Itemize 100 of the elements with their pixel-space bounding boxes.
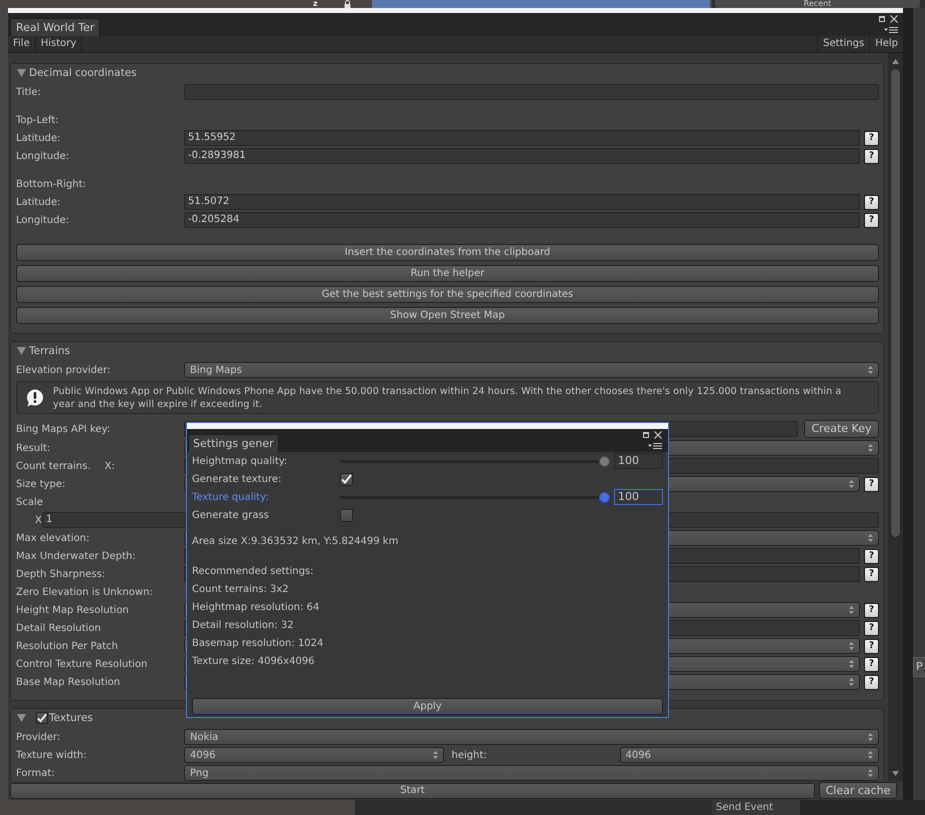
help-button[interactable]: ? (864, 638, 879, 654)
updown-arrows-icon (868, 751, 873, 759)
menu-item[interactable]: Settings (817, 36, 870, 52)
axis-label: X (35, 514, 42, 526)
notice-text: Public Windows App or Public Windows Phone App have the 50.000 transaction within 24 hours. With the other chooses there's only 125.000 transactions within a year and the key will expire if exceeding it. (53, 384, 842, 410)
dropdown[interactable]: Bing Maps (184, 362, 879, 378)
updown-arrows-icon (868, 769, 873, 777)
foldout-arrow-icon[interactable] (17, 69, 26, 77)
help-button[interactable]: ? (864, 566, 879, 582)
help-button[interactable]: ? (864, 194, 879, 210)
help-button[interactable]: ? (864, 212, 879, 228)
field-label: Result: (16, 442, 50, 454)
updown-arrows-icon (849, 480, 854, 488)
scroll-down-icon[interactable] (892, 771, 899, 776)
apply-button[interactable]: Apply (192, 698, 663, 715)
help-button[interactable]: ? (864, 620, 879, 636)
lock-icon[interactable] (344, 0, 351, 8)
foldout-arrow-icon[interactable] (17, 347, 26, 355)
help-button[interactable]: ? (864, 148, 879, 164)
text-field[interactable]: -0.2893981 (184, 148, 860, 164)
field-label: Resolution Per Patch (16, 640, 118, 652)
field-label: Size type: (16, 478, 66, 490)
menu-item[interactable]: File (8, 36, 36, 52)
slider-thumb[interactable] (599, 456, 610, 466)
help-button[interactable]: ? (864, 548, 879, 564)
checkmark-icon (341, 474, 352, 484)
maximize-icon[interactable] (643, 432, 649, 438)
menu-icon[interactable] (648, 443, 662, 449)
field-label: Latitude: (16, 196, 61, 208)
panel-tab[interactable]: P (913, 657, 925, 677)
info-text: Count terrains: 3x2 (192, 584, 289, 595)
updown-arrows-icon (868, 534, 873, 542)
field-label: Longitude: (16, 150, 70, 162)
field-label: Bing Maps API key: (16, 424, 110, 434)
checkbox[interactable] (36, 712, 48, 724)
field-label: Provider: (16, 732, 60, 742)
dropdown[interactable]: Png (184, 765, 879, 781)
popup-tab[interactable]: Settings gener (188, 434, 279, 452)
section-title[interactable]: Decimal coordinates (29, 67, 137, 79)
info-text: Basemap resolution: 1024 (192, 638, 324, 649)
field-label: Height Map Resolution (16, 604, 129, 616)
text-field[interactable]: -0.205284 (184, 212, 860, 228)
section-title[interactable]: Textures (49, 712, 93, 724)
action-button[interactable]: Show Open Street Map (16, 307, 879, 324)
create-key-button[interactable]: Create Key (804, 420, 879, 438)
action-button[interactable]: Run the helper (16, 265, 879, 282)
field-label: Latitude: (16, 132, 61, 144)
field-label: Control Texture Resolution (16, 658, 148, 670)
field-label: Zero Elevation is Unknown: (16, 586, 153, 598)
dropdown[interactable]: 4096 (184, 747, 444, 763)
clear-cache-button[interactable]: Clear cache (819, 782, 897, 799)
number-field[interactable]: 100 (614, 453, 663, 469)
field-label: Title: (16, 86, 41, 98)
field-label: Longitude: (16, 214, 70, 226)
help-button[interactable]: ? (864, 602, 879, 618)
slider-thumb[interactable] (599, 492, 610, 502)
help-button[interactable]: ? (864, 656, 879, 672)
maximize-icon[interactable] (879, 16, 885, 22)
menu-item[interactable]: History (36, 36, 82, 52)
scrollbar[interactable] (888, 53, 903, 781)
help-button[interactable]: ? (864, 674, 879, 690)
field-label: X: (104, 460, 115, 472)
field-label: Max Underwater Depth: (16, 550, 136, 562)
number-field[interactable]: 100 (614, 489, 663, 505)
updown-arrows-icon (849, 642, 854, 650)
info-text: Area size X:9.363532 km, Y:5.824499 km (192, 536, 398, 547)
foldout-arrow-icon[interactable] (17, 714, 26, 722)
text-field[interactable]: 51.5072 (184, 194, 860, 210)
help-button[interactable]: ? (864, 476, 879, 492)
list-item[interactable]: Send Event (716, 802, 774, 813)
field-label: Scale (16, 496, 43, 508)
scroll-up-icon[interactable] (892, 59, 899, 64)
field-label: height: (452, 750, 487, 760)
menu-icon[interactable] (884, 27, 898, 33)
warning-icon (26, 388, 44, 406)
axis-label: z (313, 0, 318, 8)
section-title[interactable]: Terrains (29, 345, 70, 357)
recent-button[interactable]: Recent (715, 0, 920, 8)
updown-arrows-icon (849, 660, 854, 668)
close-icon[interactable] (890, 15, 898, 23)
checkbox[interactable] (340, 508, 353, 522)
field-label: Format: (16, 768, 55, 778)
dropdown[interactable]: Nokia (184, 729, 879, 745)
updown-arrows-icon (868, 733, 873, 741)
help-button[interactable]: ? (864, 130, 879, 146)
field-label: Texture width: (16, 750, 87, 760)
field-label: Max elevation: (16, 532, 90, 544)
text-field[interactable] (184, 84, 879, 100)
checkbox[interactable] (340, 472, 353, 486)
close-icon[interactable] (654, 431, 662, 439)
scrollbar-thumb[interactable] (890, 68, 901, 538)
action-button[interactable]: Insert the coordinates from the clipboard (16, 244, 879, 261)
setting-label: Texture quality: (192, 492, 270, 502)
dropdown[interactable]: 4096 (620, 747, 879, 763)
start-button[interactable]: Start (10, 782, 815, 798)
updown-arrows-icon (849, 606, 854, 614)
window-tab[interactable]: Real World Ter (10, 18, 100, 36)
action-button[interactable]: Get the best settings for the specified coordinates (16, 286, 879, 303)
text-field[interactable]: 51.55952 (184, 130, 860, 146)
field-label: Elevation provider: (16, 364, 110, 376)
